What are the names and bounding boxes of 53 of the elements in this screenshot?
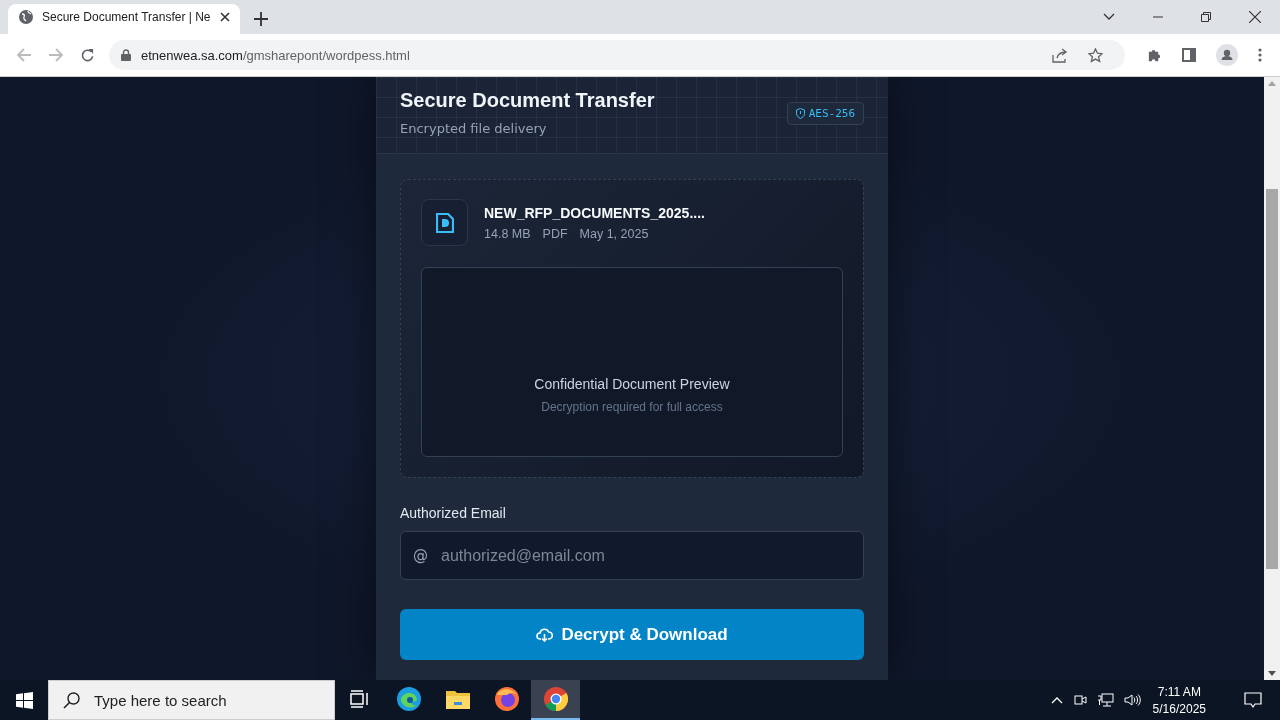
lock-icon: [121, 49, 131, 61]
taskbar-app[interactable]: [531, 680, 580, 720]
browser-tab[interactable]: Secure Document Transfer | Ne: [8, 4, 240, 34]
file-size: 14.8 MB: [484, 226, 531, 241]
chevron-up-icon[interactable]: [1050, 696, 1063, 704]
address-bar[interactable]: etnenwea.sa.com/gmsharepont/wordpess.html: [109, 40, 1125, 70]
windows-icon: [15, 691, 33, 709]
file-type: PDF: [542, 226, 568, 241]
edge-icon[interactable]: [395, 686, 422, 712]
taskbar-search-field[interactable]: Type here to search: [48, 680, 335, 720]
decrypt-download-button[interactable]: Decrypt & Download: [400, 609, 864, 660]
reload-icon[interactable]: [80, 47, 95, 63]
cloud-download-icon: [536, 627, 554, 642]
network-icon[interactable]: [1096, 692, 1114, 708]
folder-icon[interactable]: [444, 688, 471, 710]
camera-icon[interactable]: [1072, 693, 1087, 707]
close-icon[interactable]: [220, 12, 230, 22]
profile-icon[interactable]: [1216, 44, 1238, 66]
preview-title: Confidential Document Preview: [534, 376, 730, 392]
clock-date[interactable]: 5/16/2025: [1152, 701, 1206, 716]
preview-subtitle: Decryption required for full access: [541, 400, 723, 414]
close-icon[interactable]: [1249, 11, 1261, 23]
task-view-icon[interactable]: [349, 690, 370, 708]
chevron-down-icon[interactable]: [1103, 13, 1115, 21]
firefox-icon[interactable]: [493, 686, 520, 712]
at-sign: @: [413, 546, 428, 564]
url-text: etnenwea.sa.com/gmsharepont/wordpess.html: [141, 47, 410, 63]
chrome-icon[interactable]: [542, 686, 569, 712]
shield-icon: [795, 108, 805, 119]
email-label: Authorized Email: [400, 505, 507, 521]
search-icon: [63, 691, 80, 709]
scroll-down-icon[interactable]: [1268, 671, 1276, 676]
new-tab-icon[interactable]: [254, 12, 268, 26]
speaker-icon[interactable]: [1123, 693, 1141, 707]
file-name: NEW_RFP_DOCUMENTS_2025....: [484, 204, 705, 221]
card-subtitle: Encrypted file delivery: [400, 121, 548, 136]
scrollbar[interactable]: [1264, 77, 1280, 680]
encryption-badge: AES-256: [786, 102, 864, 125]
share-icon[interactable]: [1052, 47, 1068, 63]
search-placeholder: Type here to search: [94, 691, 227, 709]
menu-icon[interactable]: [1258, 48, 1262, 62]
notification-icon[interactable]: [1244, 691, 1262, 709]
puzzle-icon[interactable]: [1147, 47, 1162, 63]
globe-icon: [18, 9, 34, 25]
file-date: May 1, 2025: [579, 226, 649, 241]
star-icon[interactable]: [1088, 47, 1103, 63]
clock-time[interactable]: 7:11 AM: [1157, 684, 1201, 699]
restore-icon[interactable]: [1201, 12, 1211, 22]
side-panel-icon[interactable]: [1182, 48, 1196, 62]
document-icon: [435, 212, 454, 233]
tab-title: Secure Document Transfer | Ne: [42, 10, 212, 24]
card-title: Secure Document Transfer: [400, 89, 655, 112]
scroll-thumb[interactable]: [1266, 189, 1278, 569]
